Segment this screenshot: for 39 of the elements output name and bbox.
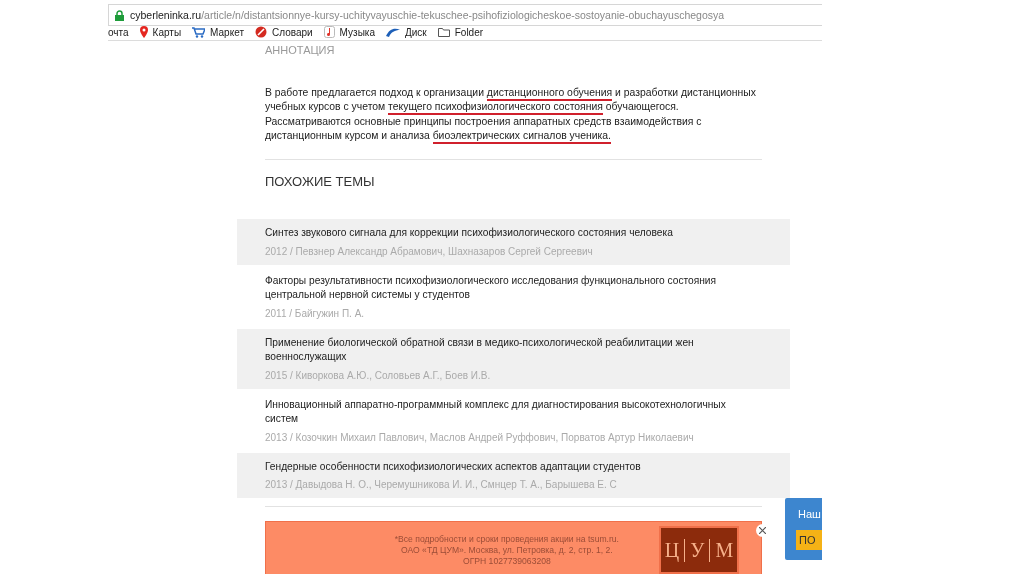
bookmark[interactable]: очта [108, 26, 129, 38]
article-meta: 2015 / Киворкова А.Ю., Соловьев А.Г., Боев И.В. [265, 369, 492, 381]
related-article[interactable]: Синтез звукового сигнала для коррекции психофизиологического состояния человека 2012 / Певзнер Александр Абрамович, Шахназаров Сергей Сергеевич [237, 219, 790, 265]
article-meta: 2013 / Козочкин Михаил Павлович, Маслов Андрей Руффович, Порватов Артур Николаевич [265, 431, 695, 443]
address-field[interactable]: cyberleninka.ru/article/n/distantsionnye-kursy-uchityvayuschie-tekuschee-psihofiziologicheskoe-sostoyanie-obuchayuschegosya [108, 4, 822, 26]
bookmark[interactable]: Диск [386, 26, 427, 38]
lock-icon [115, 9, 124, 21]
folder-icon [437, 27, 450, 37]
close-icon [759, 527, 766, 535]
section-heading: АННОТАЦИЯ [265, 44, 336, 56]
store-logo: Ц У М [659, 526, 739, 574]
article-meta: 2012 / Певзнер Александр Абрамович, Шахназаров Сергей Сергеевич [265, 245, 594, 257]
abstract-paragraph: В работе предлагается подход к организации дистанционного обучения и разработки дистанционных учебных курсов с учетом текущего психофизиологического состояния обучающегося. Рассматриваются основные принципы построения аппаратных средств взаимодействия с дистанционным курсом и анализа биоэлектрических сигналов ученика. [265, 86, 762, 144]
bookmark[interactable]: Словари [254, 26, 313, 38]
article-title: Синтез звукового сигнала для коррекции психофизиологического состояния человека [265, 226, 674, 241]
bookmark[interactable]: Folder [437, 26, 484, 38]
cart-icon [192, 26, 206, 38]
related-article[interactable]: Применение биологической обратной связи в медико-психологической реабилитации жен военнослужащих 2015 / Киворкова А.Ю., Соловьев А.Г., Боев И.В. [237, 328, 790, 389]
ad-text: ОАО «ТД ЦУМ». Москва, ул. Петровка, д. 2, стр. 1, 2. [400, 544, 614, 556]
article-title: Применение биологической обратной связи в медико-психологической реабилитации жен военнослужащих [265, 335, 695, 365]
dictionary-icon [254, 26, 267, 38]
bookmark[interactable]: Карты [139, 26, 182, 38]
article-title: Факторы результативности психофизиологического исследования функционального состояния центральной нервной системы у студентов [265, 273, 718, 303]
article-meta: 2013 / Давыдова Н. О., Черемушникова И. И., Смнцер Т. А., Барышева Е. С [265, 479, 618, 491]
related-article[interactable]: Гендерные особенности психофизиологических аспектов адаптации студентов 2013 / Давыдова Н. О., Черемушникова И. И., Смнцер Т. А., Барышева Е. С [237, 452, 790, 499]
widget-button[interactable]: ПО [796, 530, 822, 550]
bookmark[interactable]: Музыка [323, 26, 375, 38]
article-meta: 2011 / Байгужин П. А. [265, 307, 366, 319]
article-title: Инновационный аппаратно-программный комплекс для диагностирования высокотехнологичных систем [265, 397, 727, 427]
url-domain: cyberleninka.ru [130, 9, 202, 21]
section-heading: ПОХОЖИЕ ТЕМЫ [265, 174, 376, 190]
ad-text: ОГРН 1027739063208 [461, 555, 552, 567]
map-pin-icon [139, 26, 148, 38]
url-path: /article/n/distantsionnye-kursy-uchityvayuschie-tekuschee-psihofiziologicheskoe-sostoyanie-obuchayuschegosya [201, 9, 725, 21]
widget-text: Наш [798, 508, 822, 520]
bookmark[interactable]: Маркет [192, 26, 244, 38]
article-title: Гендерные особенности психофизиологических аспектов адаптации студентов [265, 459, 642, 474]
ad-text: *Все подробности и сроки проведения акции на tsum.ru. [394, 533, 619, 545]
music-note-icon [323, 26, 335, 38]
